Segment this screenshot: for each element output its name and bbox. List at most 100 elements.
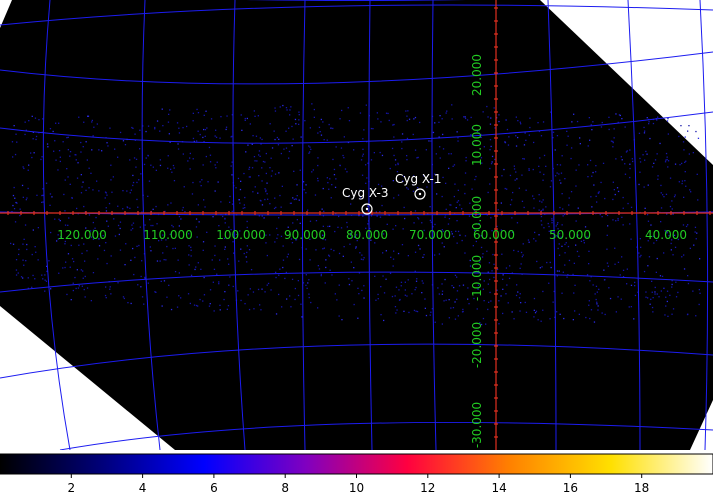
- noise-speck: [202, 300, 204, 302]
- noise-speck: [591, 206, 593, 208]
- noise-speck: [663, 287, 665, 289]
- noise-speck: [617, 261, 620, 263]
- noise-speck: [571, 121, 573, 123]
- noise-speck: [504, 187, 506, 190]
- noise-speck: [683, 196, 685, 198]
- noise-speck: [249, 288, 251, 290]
- noise-speck: [91, 149, 93, 151]
- noise-speck: [303, 189, 305, 191]
- noise-speck: [329, 269, 331, 271]
- noise-speck: [174, 247, 176, 249]
- noise-speck: [389, 167, 391, 170]
- noise-speck: [573, 262, 575, 264]
- noise-speck: [517, 120, 519, 122]
- noise-speck: [514, 179, 516, 181]
- noise-speck: [585, 316, 587, 319]
- colorbar[interactable]: 2 4 6 8 10 12 14 16 18: [0, 450, 713, 498]
- noise-speck: [537, 122, 539, 124]
- noise-speck: [695, 130, 697, 133]
- noise-speck: [278, 172, 280, 174]
- noise-speck: [206, 127, 208, 129]
- noise-speck: [117, 205, 119, 207]
- noise-speck: [259, 304, 261, 306]
- noise-speck: [437, 287, 439, 289]
- noise-speck: [197, 262, 199, 264]
- noise-speck: [21, 184, 24, 187]
- noise-speck: [14, 197, 16, 199]
- noise-speck: [226, 115, 228, 117]
- noise-speck: [219, 259, 221, 261]
- noise-speck: [201, 179, 203, 181]
- noise-speck: [547, 222, 549, 225]
- noise-speck: [244, 119, 246, 121]
- noise-speck: [624, 126, 626, 128]
- noise-speck: [199, 298, 201, 301]
- noise-speck: [575, 169, 577, 171]
- noise-speck: [270, 157, 272, 159]
- noise-speck: [286, 298, 288, 300]
- noise-speck: [447, 223, 450, 225]
- noise-speck: [429, 314, 431, 316]
- noise-speck: [661, 275, 664, 277]
- noise-speck: [523, 144, 526, 146]
- noise-speck: [353, 303, 355, 306]
- noise-speck: [109, 288, 111, 290]
- noise-speck: [406, 295, 408, 297]
- noise-speck: [624, 163, 626, 165]
- noise-speck: [322, 121, 324, 123]
- noise-speck: [182, 127, 184, 129]
- noise-speck: [630, 306, 632, 308]
- noise-speck: [104, 294, 107, 297]
- noise-speck: [92, 272, 95, 274]
- noise-speck: [132, 184, 134, 187]
- noise-speck: [521, 174, 523, 176]
- noise-speck: [397, 252, 400, 255]
- noise-speck: [98, 245, 101, 247]
- noise-speck: [521, 256, 523, 258]
- noise-speck: [638, 183, 640, 186]
- noise-speck: [127, 302, 129, 304]
- noise-speck: [31, 286, 33, 288]
- noise-speck: [464, 116, 466, 118]
- noise-speck: [213, 268, 216, 270]
- noise-speck: [292, 197, 294, 199]
- noise-speck: [596, 201, 598, 203]
- noise-speck: [519, 121, 521, 123]
- noise-speck: [464, 252, 466, 254]
- noise-speck: [131, 224, 133, 226]
- noise-speck: [619, 114, 621, 117]
- noise-speck: [591, 175, 593, 177]
- noise-speck: [513, 249, 515, 252]
- noise-speck: [505, 119, 507, 121]
- noise-speck: [279, 268, 281, 270]
- noise-speck: [597, 305, 599, 307]
- noise-speck: [82, 270, 84, 272]
- noise-speck: [615, 311, 617, 313]
- noise-speck: [595, 298, 597, 301]
- noise-speck: [550, 180, 553, 182]
- noise-speck: [90, 172, 92, 174]
- noise-speck: [285, 107, 288, 109]
- colorbar-gradient[interactable]: [0, 453, 713, 475]
- noise-speck: [270, 175, 273, 177]
- noise-speck: [195, 218, 198, 220]
- noise-speck: [506, 128, 509, 131]
- noise-speck: [34, 246, 36, 248]
- noise-speck: [315, 220, 318, 222]
- noise-speck: [86, 250, 88, 252]
- noise-speck: [413, 118, 415, 120]
- noise-speck: [12, 204, 14, 207]
- noise-speck: [244, 303, 246, 305]
- noise-speck: [622, 269, 625, 271]
- noise-speck: [558, 243, 560, 245]
- noise-speck: [459, 204, 461, 206]
- sky-image-view[interactable]: 120.000 110.000 100.000 90.000 80.000 70.000 6…: [0, 0, 713, 450]
- noise-speck: [271, 147, 274, 149]
- noise-speck: [507, 144, 510, 146]
- noise-speck: [626, 268, 628, 270]
- latitude-label: 20.000: [470, 54, 484, 96]
- noise-speck: [609, 297, 612, 300]
- noise-speck: [613, 189, 615, 191]
- noise-speck: [265, 189, 267, 191]
- noise-speck: [269, 203, 271, 205]
